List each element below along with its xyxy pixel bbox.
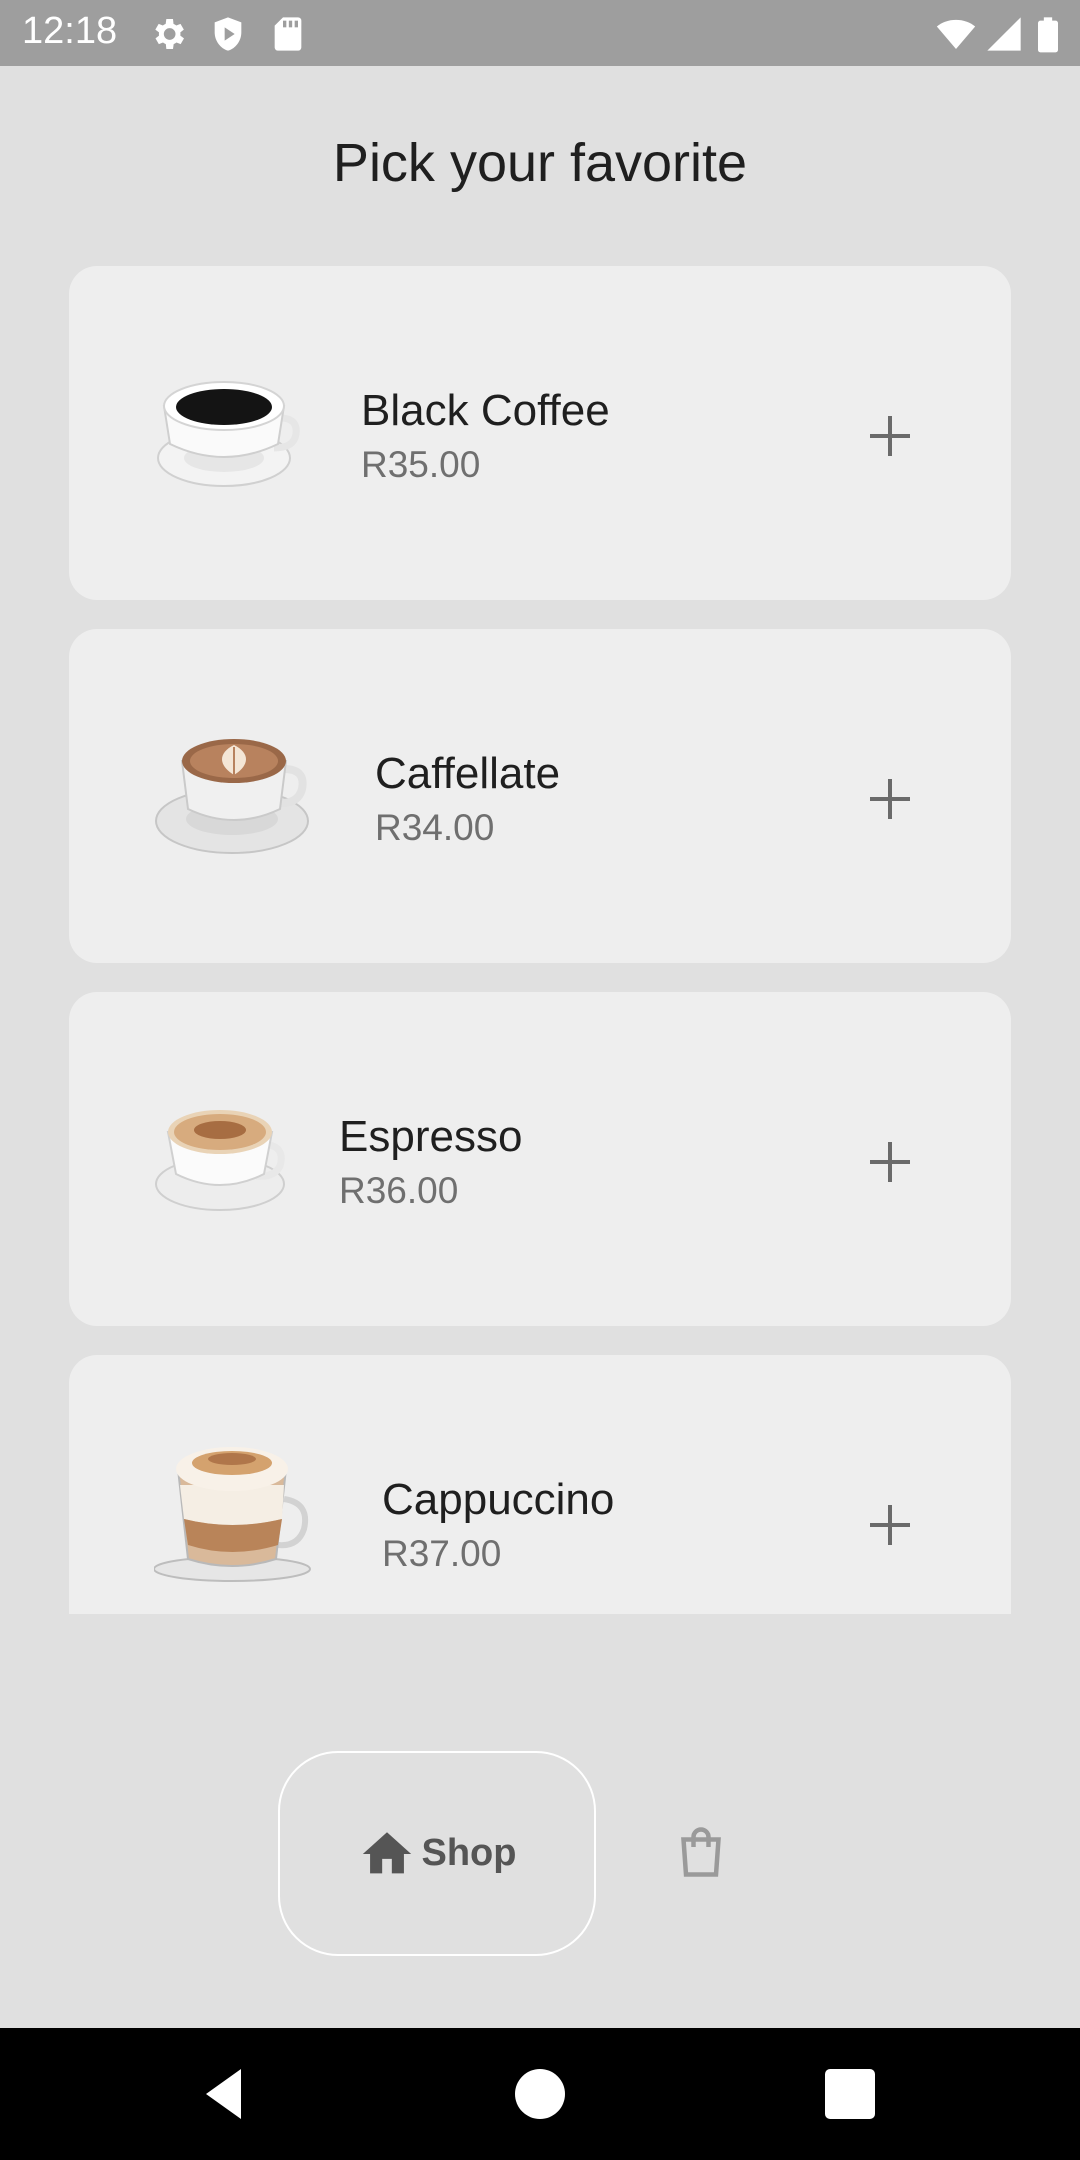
product-price: R37.00 xyxy=(382,1533,502,1574)
espresso-image xyxy=(155,1110,285,1211)
nav-cart-tab[interactable] xyxy=(671,1822,731,1882)
add-to-cart-button[interactable] xyxy=(842,1477,938,1573)
product-price: R35.00 xyxy=(361,444,481,485)
sd-card-icon xyxy=(274,17,302,51)
cappuccino-image xyxy=(154,1447,311,1582)
black-coffee-image xyxy=(157,381,300,487)
wifi-icon xyxy=(936,19,976,49)
plus-icon xyxy=(870,1505,910,1545)
product-card-cappuccino[interactable]: Cappuccino R37.00 xyxy=(69,1355,1011,1614)
gear-icon xyxy=(155,19,184,49)
plus-icon xyxy=(870,779,910,819)
nav-shop-tab[interactable]: Shop xyxy=(278,1751,596,1956)
home-circle-icon[interactable] xyxy=(510,2064,570,2124)
status-time: 12:18 xyxy=(22,10,118,52)
page-title: Pick your favorite xyxy=(332,133,748,193)
product-name: Caffellate xyxy=(375,749,561,798)
product-name: Black Coffee xyxy=(361,386,610,435)
shopping-bag-icon xyxy=(681,1827,721,1877)
caffellate-image xyxy=(155,739,309,854)
nav-shop-label: Shop xyxy=(421,1832,517,1874)
product-price: R36.00 xyxy=(339,1170,459,1211)
plus-icon xyxy=(870,416,910,456)
back-icon[interactable] xyxy=(196,2064,256,2124)
product-price: R34.00 xyxy=(375,807,495,848)
add-to-cart-button[interactable] xyxy=(842,388,938,484)
product-card-black-coffee[interactable]: Black Coffee R35.00 xyxy=(69,266,1011,600)
battery-icon xyxy=(1038,17,1058,53)
plus-icon xyxy=(870,1142,910,1182)
system-nav-bar xyxy=(0,2028,1080,2160)
product-name: Espresso xyxy=(339,1112,523,1161)
recents-icon[interactable] xyxy=(820,2064,880,2124)
product-card-espresso[interactable]: Espresso R36.00 xyxy=(69,992,1011,1326)
signal-icon xyxy=(987,17,1021,51)
add-to-cart-button[interactable] xyxy=(842,1114,938,1210)
shield-icon xyxy=(214,17,242,51)
product-name: Cappuccino xyxy=(382,1475,615,1524)
home-icon xyxy=(362,1831,411,1873)
status-bar: 12:18 xyxy=(0,0,1080,66)
product-card-caffellate[interactable]: Caffellate R34.00 xyxy=(69,629,1011,963)
add-to-cart-button[interactable] xyxy=(842,751,938,847)
product-list[interactable]: Black Coffee R35.00 Caffellate R34.00 Es… xyxy=(69,266,1011,1614)
